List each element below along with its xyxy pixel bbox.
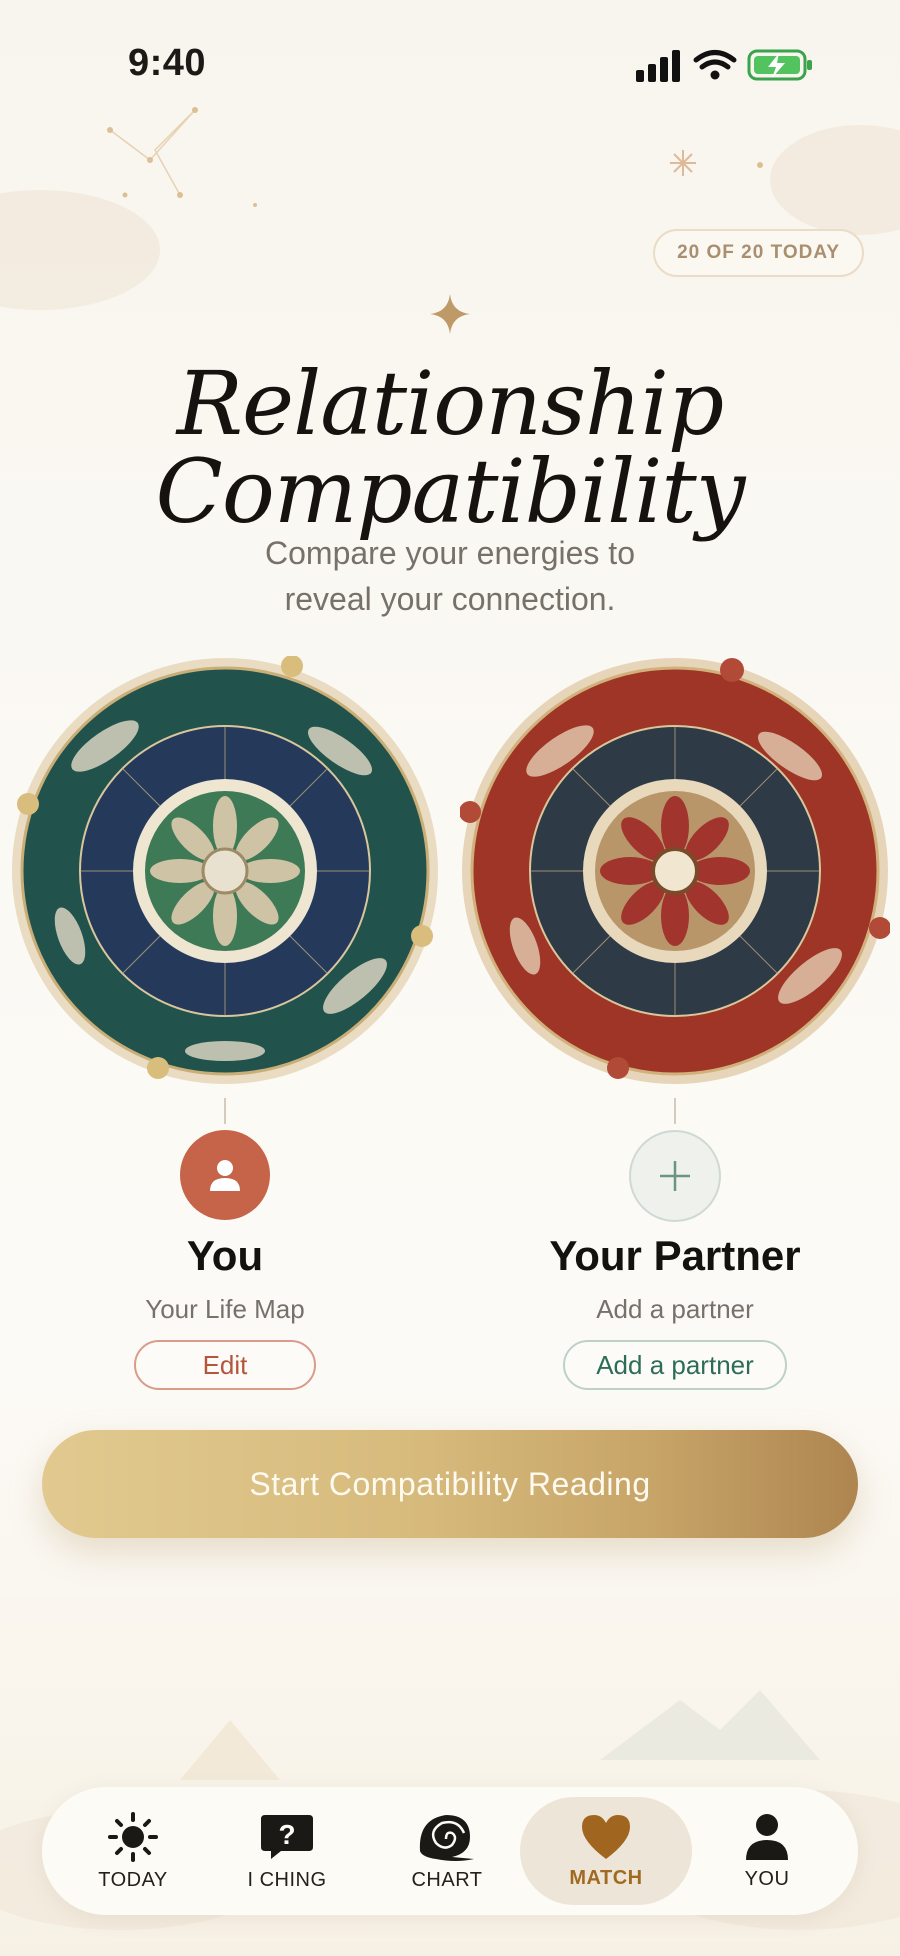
svg-text:?: ? xyxy=(278,1819,295,1850)
partner-connector-line xyxy=(674,1098,676,1124)
bottom-tab-bar: TODAY ? I CHING CHART MATCH YOU xyxy=(42,1787,858,1915)
tab-chart-label: CHART xyxy=(411,1868,483,1891)
tab-match-label: MATCH xyxy=(569,1866,643,1889)
tab-i-ching-label: I CHING xyxy=(247,1868,327,1891)
you-subtitle: Your Life Map xyxy=(145,1294,305,1324)
start-compatibility-reading-button[interactable]: Start Compatibility Reading xyxy=(42,1430,858,1538)
signal-icon xyxy=(636,50,680,82)
shell-icon xyxy=(419,1814,474,1861)
you-avatar[interactable] xyxy=(180,1130,270,1220)
status-time: 9:40 xyxy=(128,42,207,84)
partner-map-wheel[interactable] xyxy=(460,656,890,1086)
tab-i-ching[interactable]: ? I CHING xyxy=(212,1787,362,1915)
partner-name: Your Partner xyxy=(549,1232,801,1279)
plus-icon xyxy=(660,1161,690,1191)
heart-icon xyxy=(582,1814,630,1859)
add-partner-button[interactable]: Add a partner xyxy=(563,1340,787,1390)
tab-you[interactable]: YOU xyxy=(692,1787,842,1915)
subtitle-line-2: reveal your connection. xyxy=(284,581,616,617)
daily-counter-badge: 20 OF 20 TODAY xyxy=(653,229,864,277)
you-connector-line xyxy=(224,1098,226,1124)
person-icon xyxy=(746,1813,788,1860)
tab-today[interactable]: TODAY xyxy=(58,1787,208,1915)
tab-chart[interactable]: CHART xyxy=(372,1787,522,1915)
person-icon xyxy=(210,1160,240,1191)
tab-you-label: YOU xyxy=(744,1867,790,1890)
subtitle-line-1: Compare your energies to xyxy=(265,535,635,571)
battery-charging-icon xyxy=(747,49,812,81)
partner-subtitle: Add a partner xyxy=(596,1294,754,1324)
sun-icon xyxy=(108,1811,158,1862)
sparkle-icon xyxy=(430,294,470,334)
you-name: You xyxy=(186,1232,264,1279)
your-life-map-wheel[interactable] xyxy=(10,656,440,1086)
page-title: Relationship Compatibility xyxy=(155,352,746,543)
tab-match[interactable]: MATCH xyxy=(520,1797,692,1905)
status-icons xyxy=(636,49,812,82)
add-partner-avatar[interactable] xyxy=(629,1130,721,1222)
question-bubble-icon: ? xyxy=(261,1814,313,1859)
page-subtitle: Compare your energies to reveal your con… xyxy=(0,530,900,622)
wifi-icon xyxy=(693,50,737,70)
tab-today-label: TODAY xyxy=(98,1868,168,1891)
edit-button[interactable]: Edit xyxy=(134,1340,316,1390)
